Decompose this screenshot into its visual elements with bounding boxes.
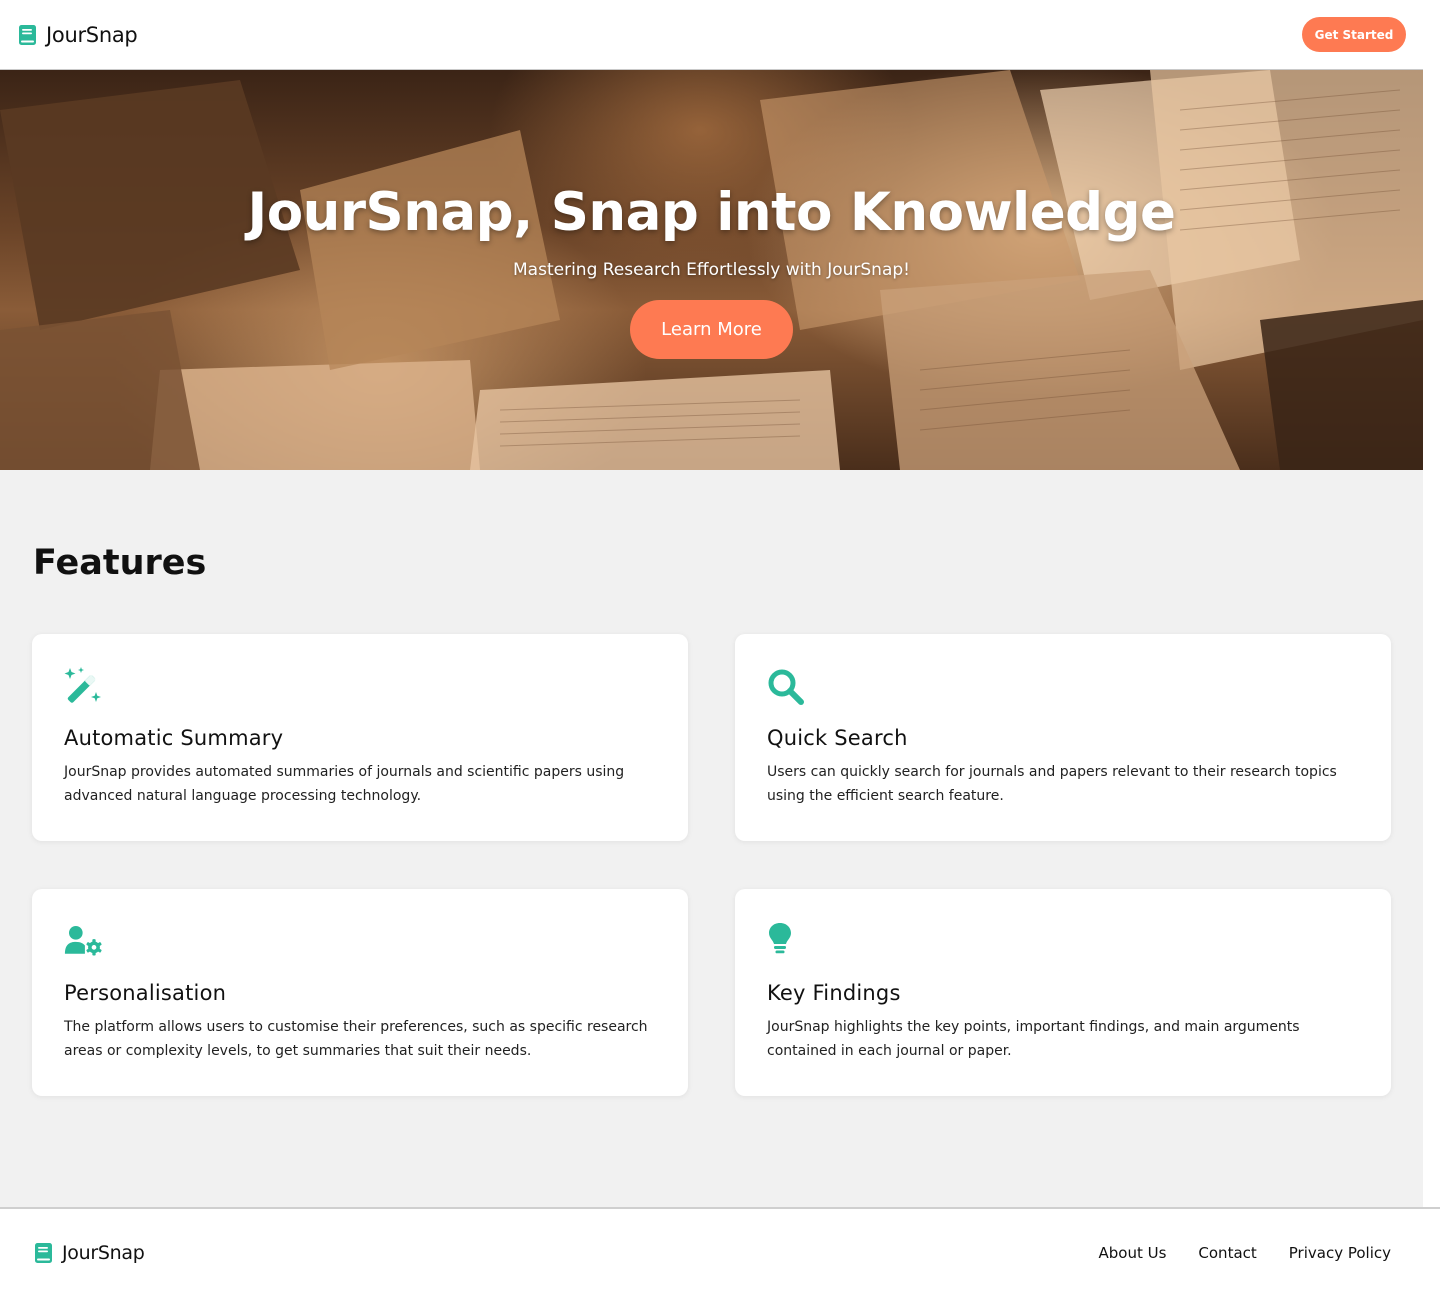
feature-description: The platform allows users to customise t…	[64, 1019, 648, 1059]
feature-title: Quick Search	[767, 726, 908, 750]
search-icon	[768, 669, 804, 705]
hero-banner: JourSnap, Snap into Knowledge Mastering …	[0, 70, 1423, 470]
hero-content: JourSnap, Snap into Knowledge Mastering …	[0, 70, 1423, 470]
feature-title: Automatic Summary	[64, 726, 284, 750]
feature-description: JourSnap provides automated summaries of…	[64, 764, 625, 804]
book-icon	[19, 24, 36, 45]
feature-card-quick-search: Quick Search Users can quickly search fo…	[735, 634, 1391, 841]
get-started-button[interactable]: Get Started	[1302, 17, 1406, 52]
feature-description: Users can quickly search for journals an…	[767, 764, 1337, 804]
learn-more-button[interactable]: Learn More	[630, 300, 793, 359]
footer: JourSnap About Us Contact Privacy Policy	[0, 1207, 1440, 1297]
scrollbar[interactable]	[1423, 0, 1440, 1207]
feature-description: JourSnap highlights the key points, impo…	[767, 1019, 1300, 1059]
feature-card-key-findings: Key Findings JourSnap highlights the key…	[735, 889, 1391, 1096]
feature-card-personalisation: Personalisation The platform allows user…	[32, 889, 688, 1096]
footer-brand[interactable]: JourSnap	[34, 1242, 145, 1264]
top-navbar: JourSnap Get Started	[0, 0, 1423, 70]
brand-name: JourSnap	[46, 22, 138, 47]
magic-wand-icon	[64, 667, 101, 703]
feature-title: Personalisation	[64, 981, 227, 1005]
brand-logo[interactable]: JourSnap	[18, 22, 138, 47]
hero-title: JourSnap, Snap into Knowledge	[247, 182, 1176, 243]
book-icon	[35, 1243, 52, 1263]
footer-brand-name: JourSnap	[62, 1242, 145, 1264]
footer-link-about-us[interactable]: About Us	[1098, 1244, 1166, 1262]
footer-link-privacy-policy[interactable]: Privacy Policy	[1289, 1244, 1391, 1262]
hero-subtitle: Mastering Research Effortlessly with Jou…	[513, 260, 910, 280]
feature-title: Key Findings	[767, 981, 901, 1005]
features-heading: Features	[33, 543, 207, 583]
footer-link-contact[interactable]: Contact	[1198, 1244, 1256, 1262]
user-gear-icon	[64, 926, 102, 956]
footer-links: About Us Contact Privacy Policy	[1098, 1244, 1391, 1262]
lightbulb-icon	[769, 923, 791, 954]
feature-card-automatic-summary: Automatic Summary JourSnap provides auto…	[32, 634, 688, 841]
